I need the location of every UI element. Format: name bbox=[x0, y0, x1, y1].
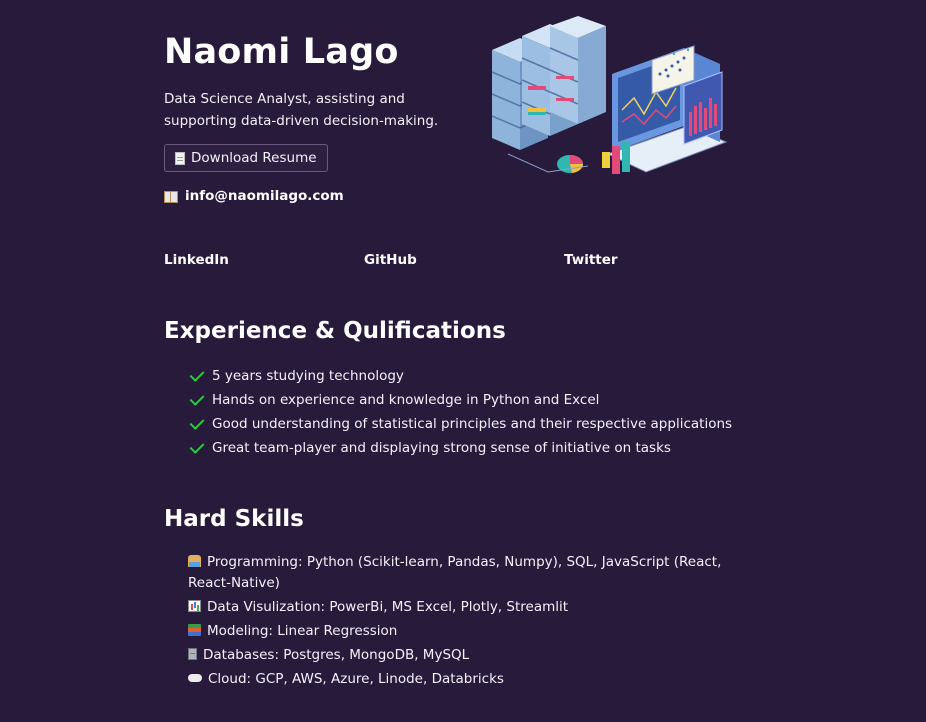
check-icon bbox=[189, 438, 205, 454]
download-resume-button[interactable]: Download Resume bbox=[164, 144, 328, 172]
social-links: LinkedIn GitHub Twitter bbox=[164, 252, 764, 272]
portfolio-page: Naomi Lago Data Science Analyst, assisti… bbox=[0, 0, 926, 722]
linkedin-link[interactable]: LinkedIn bbox=[164, 252, 229, 268]
email-text: info@naomilago.com bbox=[185, 188, 344, 204]
email-link[interactable]: info@naomilago.com bbox=[164, 188, 464, 204]
bar-chart-icon bbox=[188, 600, 201, 612]
document-icon bbox=[175, 151, 185, 165]
list-item: Programming: Python (Scikit-learn, Panda… bbox=[188, 554, 722, 591]
cloud-icon bbox=[188, 674, 202, 682]
twitter-link[interactable]: Twitter bbox=[564, 252, 618, 268]
open-book-icon bbox=[164, 190, 178, 203]
check-icon bbox=[189, 390, 205, 406]
technologist-icon bbox=[188, 555, 201, 567]
github-link[interactable]: GitHub bbox=[364, 252, 417, 268]
list-item: Good understanding of statistical princi… bbox=[189, 412, 790, 436]
books-icon bbox=[188, 624, 201, 636]
experience-heading: Experience & Qulifications bbox=[164, 318, 506, 344]
list-item: Data Visulization: PowerBi, MS Excel, Pl… bbox=[188, 597, 754, 618]
profile-name: Naomi Lago bbox=[164, 32, 399, 72]
skills-list: Programming: Python (Scikit-learn, Panda… bbox=[188, 552, 754, 693]
list-item: 5 years studying technology bbox=[189, 364, 790, 388]
check-icon bbox=[189, 366, 205, 382]
check-icon bbox=[189, 414, 205, 430]
list-item: Hands on experience and knowledge in Pyt… bbox=[189, 388, 790, 412]
file-cabinet-icon bbox=[188, 648, 197, 660]
hard-skills-heading: Hard Skills bbox=[164, 506, 304, 532]
profile-tagline: Data Science Analyst, assisting and supp… bbox=[164, 91, 439, 129]
list-item: Cloud: GCP, AWS, Azure, Linode, Databric… bbox=[188, 669, 754, 690]
bar-cylinders bbox=[602, 142, 630, 174]
experience-list: 5 years studying technology Hands on exp… bbox=[189, 364, 790, 460]
list-item: Great team-player and displaying strong … bbox=[189, 436, 790, 460]
hero-text: Naomi Lago Data Science Analyst, assisti… bbox=[164, 30, 464, 204]
list-item: Databases: Postgres, MongoDB, MySQL bbox=[188, 645, 754, 666]
list-item: Modeling: Linear Regression bbox=[188, 621, 754, 642]
data-servers-illustration bbox=[491, 16, 728, 174]
download-resume-label: Download Resume bbox=[191, 150, 317, 166]
server-rack-right bbox=[549, 16, 606, 124]
